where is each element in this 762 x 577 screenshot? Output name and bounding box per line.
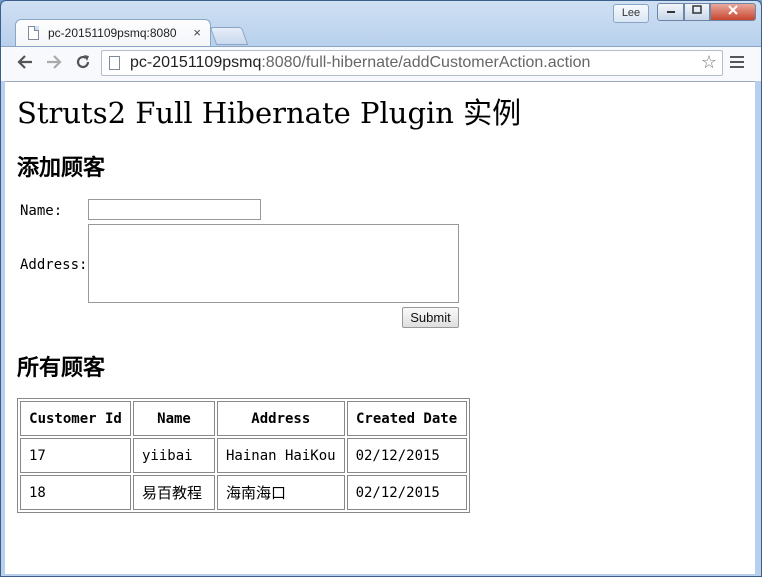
table-cell: 18	[20, 475, 131, 510]
name-input[interactable]	[88, 199, 261, 220]
tab-close-icon[interactable]: ×	[193, 25, 201, 40]
minimize-icon	[666, 11, 675, 13]
table-row: 17 yiibai Hainan HaiKou 02/12/2015	[20, 438, 467, 473]
back-button[interactable]	[14, 53, 36, 75]
table-cell: Hainan HaiKou	[217, 438, 345, 473]
page-title: Struts2 Full Hibernate Plugin 实例	[17, 90, 521, 132]
submit-button[interactable]: Submit	[402, 307, 459, 328]
page-title-suffix: 实例	[453, 96, 522, 130]
forward-arrow-icon	[47, 55, 62, 69]
column-header: Created Date	[346, 401, 467, 436]
browser-toolbar: pc-20151109psmq:8080/full-hibernate/addC…	[1, 46, 761, 81]
column-header: Customer Id	[20, 401, 131, 436]
column-header: Name	[133, 401, 215, 436]
minimize-button[interactable]	[657, 3, 684, 21]
address-textarea[interactable]	[88, 224, 459, 303]
table-cell: 海南海口	[217, 475, 345, 510]
page-icon	[109, 56, 120, 70]
table-cell: 17	[20, 438, 131, 473]
browser-window: pc-20151109psmq:8080 × Lee pc-20151109ps…	[0, 0, 762, 577]
table-cell: 02/12/2015	[346, 475, 467, 510]
tab-title: pc-20151109psmq:8080	[48, 26, 177, 40]
maximize-button[interactable]	[684, 3, 710, 21]
url-path: :8080/full-hibernate/addCustomerAction.a…	[261, 54, 591, 71]
table-cell: yiibai	[133, 438, 215, 473]
forward-button[interactable]	[43, 53, 65, 75]
page-content: Struts2 Full Hibernate Plugin 实例 添加顾客 Na…	[5, 81, 755, 574]
table-cell: 02/12/2015	[346, 438, 467, 473]
page-icon	[28, 26, 39, 40]
close-icon	[728, 5, 738, 15]
name-label: Name:	[20, 203, 63, 219]
address-bar[interactable]: pc-20151109psmq:8080/full-hibernate/addC…	[101, 50, 723, 76]
tab-strip: pc-20151109psmq:8080 × Lee	[1, 1, 761, 47]
customers-table: Customer Id Name Address Created Date 17…	[17, 398, 470, 513]
table-row: 18 易百教程 海南海口 02/12/2015	[20, 475, 467, 510]
all-customers-heading: 所有顾客	[17, 355, 106, 381]
url-text[interactable]: pc-20151109psmq:8080/full-hibernate/addC…	[130, 54, 590, 72]
reload-icon	[76, 55, 90, 69]
new-tab-button[interactable]	[209, 27, 249, 45]
page-title-text: Struts2 Full Hibernate Plugin	[17, 96, 454, 130]
browser-tab[interactable]: pc-20151109psmq:8080 ×	[15, 19, 211, 47]
column-header: Address	[217, 401, 345, 436]
add-customer-heading: 添加顾客	[17, 155, 106, 181]
table-cell: 易百教程	[133, 475, 215, 510]
table-header-row: Customer Id Name Address Created Date	[20, 401, 467, 436]
menu-icon[interactable]	[730, 56, 744, 71]
address-label: Address:	[20, 257, 88, 273]
bookmark-star-icon[interactable]: ☆	[701, 52, 717, 73]
profile-button[interactable]: Lee	[613, 4, 649, 23]
window-close-button[interactable]	[710, 3, 756, 21]
reload-button[interactable]	[72, 53, 94, 75]
back-arrow-icon	[17, 55, 32, 69]
maximize-icon	[692, 5, 702, 14]
url-host: pc-20151109psmq	[130, 54, 262, 71]
